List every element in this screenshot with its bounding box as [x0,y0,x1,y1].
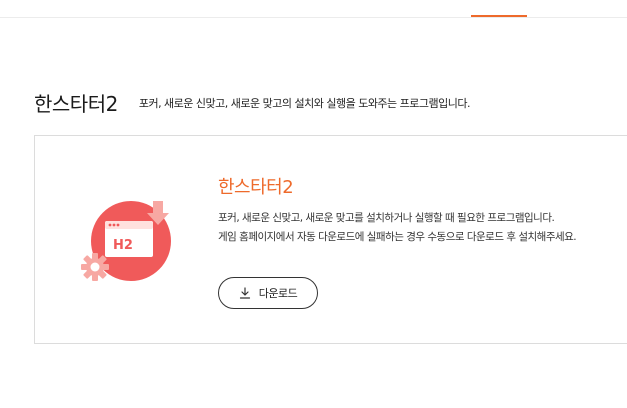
product-card: H2 한스타터2 포커, 새로운 신맞고, 새로운 맞고를 설치하거나 실행할 … [34,135,627,344]
product-description: 포커, 새로운 신맞고, 새로운 맞고를 설치하거나 실행할 때 필요한 프로그… [218,209,577,247]
product-description-line: 게임 홈페이지에서 자동 다운로드에 실패하는 경우 수동으로 다운로드 후 설… [218,231,577,243]
hanstarter2-logo-icon: H2 [81,201,171,281]
product-name: 한스타터2 [218,177,294,198]
logo-gear [81,253,109,281]
download-button[interactable]: 다운로드 [218,277,318,309]
product-description-line: 포커, 새로운 신맞고, 새로운 맞고를 설치하거나 실행할 때 필요한 프로그… [218,212,555,224]
section-title: 한스타터2 [34,91,118,116]
page: 한스타터2 포커, 새로운 신맞고, 새로운 맞고의 설치와 실행을 도와주는 … [0,0,627,408]
download-icon [239,287,250,299]
logo-text: H2 [113,238,133,253]
nav-active-indicator [471,15,527,17]
logo-window-bar [105,221,153,229]
top-nav [0,0,627,18]
section-description: 포커, 새로운 신맞고, 새로운 맞고의 설치와 실행을 도와주는 프로그램입니… [138,97,471,110]
section-header: 한스타터2 포커, 새로운 신맞고, 새로운 맞고의 설치와 실행을 도와주는 … [34,88,471,116]
download-button-label: 다운로드 [258,287,298,300]
